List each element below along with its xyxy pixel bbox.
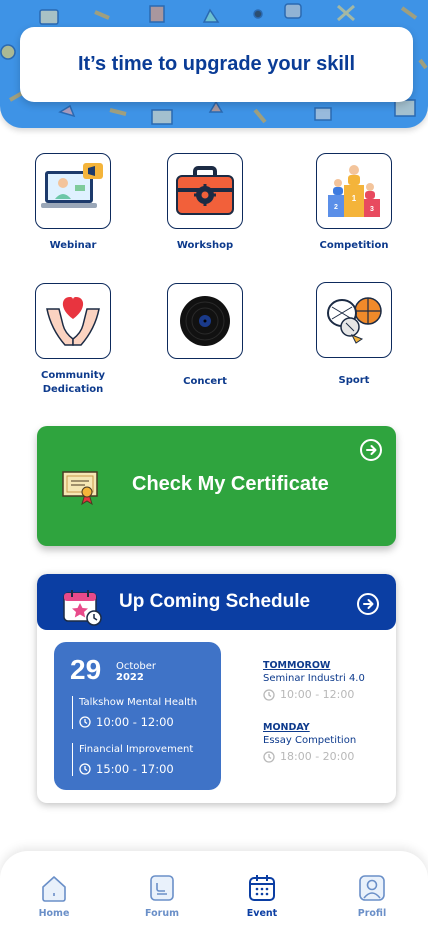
event-time-text: 10:00 - 12:00: [96, 715, 174, 729]
event-time: 10:00 - 12:00: [79, 715, 212, 729]
nav-label: Event: [246, 908, 278, 919]
category-community-dedication[interactable]: Community Dedication: [18, 283, 128, 397]
hero-banner: It’s time to upgrade your skill: [0, 0, 428, 128]
upcoming-time: 18:00 - 20:00: [263, 750, 383, 763]
bottom-navigation: Home Forum Event Profil: [0, 851, 428, 926]
upcoming-schedule-card: Up Coming Schedule 29 October 2022 Talks…: [37, 574, 396, 803]
category-sport[interactable]: Sport: [299, 282, 409, 388]
date-year: 2022: [116, 672, 144, 683]
arrow-right-circle-icon[interactable]: [356, 592, 380, 616]
webinar-tile[interactable]: [35, 153, 111, 229]
event-name: Financial Improvement: [79, 744, 194, 755]
nav-label: Home: [38, 908, 70, 919]
schedule-header[interactable]: Up Coming Schedule: [37, 574, 396, 630]
event-name: Talkshow Mental Health: [79, 697, 198, 708]
schedule-title: Up Coming Schedule: [119, 591, 311, 612]
category-concert[interactable]: Concert: [150, 283, 260, 389]
upcoming-time-text: 10:00 - 12:00: [280, 688, 355, 701]
date-day: 29: [70, 654, 102, 685]
calendar-icon: [249, 875, 275, 901]
arrow-right-circle-icon[interactable]: [359, 438, 383, 462]
today-event[interactable]: Financial Improvement 15:00 - 17:00: [72, 743, 212, 776]
laptop-megaphone-icon: [41, 163, 103, 208]
sport-tile[interactable]: [316, 282, 392, 358]
svg-text:2: 2: [334, 204, 338, 211]
category-label: Concert: [183, 376, 227, 387]
upcoming-time: 10:00 - 12:00: [263, 688, 383, 701]
profile-icon: [359, 875, 385, 901]
nav-profil[interactable]: Profil: [342, 873, 402, 919]
community-tile[interactable]: [35, 283, 111, 359]
today-event[interactable]: Talkshow Mental Health 10:00 - 12:00: [72, 696, 212, 729]
category-label: Competition: [319, 240, 389, 251]
category-webinar[interactable]: Webinar: [18, 153, 128, 253]
workshop-tile[interactable]: [167, 153, 243, 229]
nav-forum[interactable]: Forum: [132, 873, 192, 919]
category-label: Webinar: [49, 240, 97, 251]
nav-label: Forum: [145, 908, 179, 919]
competition-tile[interactable]: 1 2 3: [316, 153, 392, 229]
nav-label: Profil: [357, 908, 387, 919]
upcoming-event[interactable]: TOMMOROW Seminar Industri 4.0 10:00 - 12…: [263, 660, 383, 701]
upcoming-time-text: 18:00 - 20:00: [280, 750, 355, 763]
concert-tile[interactable]: [167, 283, 243, 359]
upcoming-name: Essay Competition: [263, 735, 357, 746]
upcoming-name: Seminar Industri 4.0: [263, 673, 365, 684]
forum-icon: [150, 875, 174, 901]
today-schedule-panel[interactable]: 29 October 2022 Talkshow Mental Health 1…: [54, 642, 221, 790]
category-label: Community Dedication: [18, 369, 128, 397]
upcoming-day: TOMMOROW: [263, 660, 331, 671]
calendar-star-icon: [63, 590, 102, 626]
certificate-title: Check My Certificate: [132, 473, 329, 495]
category-label-line1: Community: [40, 370, 105, 381]
clock-icon: [263, 688, 275, 701]
category-workshop[interactable]: Workshop: [150, 153, 260, 253]
svg-text:1: 1: [352, 194, 357, 203]
event-time-text: 15:00 - 17:00: [96, 762, 174, 776]
clock-icon: [79, 763, 91, 775]
upcoming-day: MONDAY: [263, 722, 310, 733]
clock-icon: [79, 716, 91, 728]
category-label-line2: Dedication: [42, 384, 104, 395]
hero-card: It’s time to upgrade your skill: [20, 27, 413, 102]
category-label: Sport: [338, 375, 370, 386]
vinyl-record-icon: [180, 296, 230, 346]
certificate-icon: [62, 471, 98, 506]
category-label: Workshop: [176, 240, 234, 251]
clock-icon: [263, 750, 275, 763]
date-month: October: [116, 661, 157, 672]
check-certificate-card[interactable]: Check My Certificate: [37, 426, 396, 546]
category-competition[interactable]: 1 2 3 Competition: [299, 153, 409, 253]
nav-event[interactable]: Event: [232, 873, 292, 919]
event-time: 15:00 - 17:00: [79, 762, 212, 776]
sports-balls-icon: [327, 297, 382, 344]
toolbox-gear-icon: [176, 166, 234, 215]
hero-title: It’s time to upgrade your skill: [77, 53, 356, 75]
upcoming-event[interactable]: MONDAY Essay Competition 18:00 - 20:00: [263, 722, 383, 763]
hands-heart-icon: [46, 297, 100, 346]
svg-text:3: 3: [370, 206, 374, 213]
nav-home[interactable]: Home: [24, 873, 84, 919]
podium-icon: 1 2 3: [328, 165, 380, 217]
home-icon: [42, 876, 66, 902]
